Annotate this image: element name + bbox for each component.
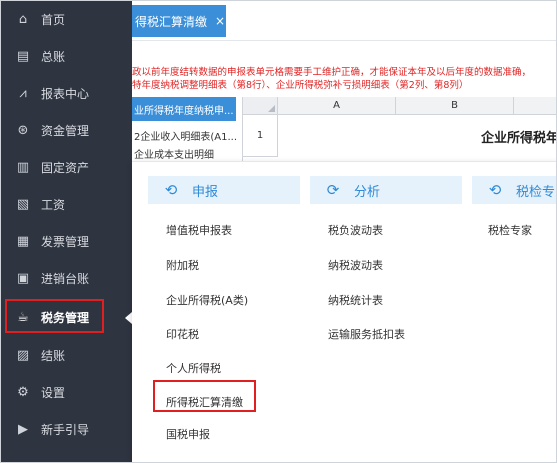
warning-text-line2: 特年度纳税调整明细表（第8行）、企业所得税弥补亏损明细表（第2列、第8列）	[132, 80, 469, 91]
sidebar-item-invoice[interactable]: ▦ 发票管理	[1, 223, 132, 260]
sidebar-item-label: 发票管理	[41, 235, 90, 249]
tab-tax-settlement[interactable]: 得税汇算清缴 ×	[132, 5, 226, 37]
row-header[interactable]: 1	[243, 115, 278, 157]
sheet-list-item-active[interactable]: 业所得税年度纳税申...	[132, 97, 236, 121]
tab-bar: 得税汇算清缴 ×	[132, 1, 556, 41]
sidebar-item-label: 固定资产	[41, 161, 90, 175]
sidebar-item-label: 税务管理	[41, 311, 90, 325]
select-all-corner[interactable]	[243, 97, 278, 115]
sidebar-item-home[interactable]: ⌂ 首页	[1, 1, 132, 38]
sidebar-item-salary[interactable]: ▧ 工资	[1, 186, 132, 223]
tax-check-icon: ⟲	[488, 181, 502, 199]
gear-icon: ⚙	[17, 385, 29, 400]
sidebar: ⌂ 首页 ▤ 总账 ⩘ 报表中心 ⊛ 资金管理 ▥ 固定资产 ▧ 工资 ▦ 发票…	[1, 1, 132, 462]
salary-icon: ▧	[16, 197, 30, 212]
tax-management-popup-menu: ⟲ 申报 ⟳ 分析 ⟲ 税检专 增值税申报表 附加税 企业所得税(A类) 印花税…	[132, 161, 556, 462]
column-header[interactable]: C	[514, 97, 556, 115]
app-window: ⌂ 首页 ▤ 总账 ⩘ 报表中心 ⊛ 资金管理 ▥ 固定资产 ▧ 工资 ▦ 发票…	[0, 0, 557, 463]
menu-item-tax-burden-fluctuation[interactable]: 税负波动表	[328, 222, 383, 238]
sheet-list-item[interactable]: 2企业收入明细表(A1...	[132, 125, 240, 145]
sidebar-item-label: 结账	[41, 349, 66, 363]
menu-item-national-tax-declare[interactable]: 国税申报	[166, 426, 210, 442]
sidebar-item-funds[interactable]: ⊛ 资金管理	[1, 112, 132, 149]
home-icon: ⌂	[18, 12, 28, 27]
tax-icon: ☕	[17, 310, 29, 325]
inventory-icon: ▣	[16, 271, 30, 286]
column-header[interactable]: A	[278, 97, 396, 115]
category-header-declare: ⟲ 申报	[148, 176, 300, 204]
column-header[interactable]: B	[396, 97, 514, 115]
sidebar-item-ledger[interactable]: ▤ 总账	[1, 38, 132, 75]
sidebar-item-settings[interactable]: ⚙ 设置	[1, 374, 132, 411]
sidebar-item-inventory[interactable]: ▣ 进销台账	[1, 260, 132, 297]
sidebar-item-tax[interactable]: ☕ 税务管理	[1, 299, 132, 336]
invoice-icon: ▦	[16, 234, 30, 249]
category-header-analysis: ⟳ 分析	[310, 176, 462, 204]
sidebar-item-label: 资金管理	[41, 124, 90, 138]
sidebar-item-label: 新手引导	[41, 423, 90, 437]
guide-icon: ▶	[18, 422, 28, 437]
sidebar-item-assets[interactable]: ▥ 固定资产	[1, 149, 132, 186]
sidebar-item-label: 设置	[41, 386, 66, 400]
ledger-icon: ▤	[16, 49, 30, 64]
declare-icon: ⟲	[164, 181, 178, 199]
category-title: 申报	[192, 184, 219, 200]
chart-icon: ⩘	[19, 86, 27, 101]
asset-icon: ▥	[16, 160, 30, 175]
sidebar-item-guide[interactable]: ▶ 新手引导	[1, 411, 132, 448]
close-icon[interactable]: ×	[215, 14, 225, 28]
category-header-tax-check: ⟲ 税检专	[472, 176, 556, 204]
menu-item-income-tax-settlement[interactable]: 所得税汇算清缴	[166, 394, 243, 410]
menu-item-tax-payment-fluctuation[interactable]: 纳税波动表	[328, 257, 383, 273]
sheet-title-cell[interactable]: 企业所得税年	[279, 115, 556, 157]
sidebar-item-label: 总账	[41, 50, 66, 64]
category-title: 税检专	[516, 184, 556, 200]
analysis-icon: ⟳	[326, 181, 340, 199]
sidebar-item-label: 工资	[41, 198, 66, 212]
tab-label: 得税汇算清缴	[135, 14, 208, 29]
sidebar-item-reports[interactable]: ⩘ 报表中心	[1, 75, 132, 112]
sidebar-item-label: 首页	[41, 13, 66, 27]
sheet-list-item[interactable]: 企业成本支出明细	[132, 147, 240, 160]
warning-text-line1: 政以前年度结转数据的申报表单元格需要手工维护正确，才能保证本年及以后年度的数据准…	[132, 67, 532, 78]
sidebar-item-label: 进销台账	[41, 272, 90, 286]
menu-item-tax-statistics[interactable]: 纳税统计表	[328, 292, 383, 308]
active-pointer-caret	[125, 312, 132, 324]
money-icon: ⊛	[17, 123, 29, 138]
sidebar-item-closing[interactable]: ▨ 结账	[1, 337, 132, 374]
menu-item-personal-income-tax[interactable]: 个人所得税	[166, 360, 221, 376]
category-title: 分析	[354, 184, 381, 200]
menu-item-corporate-income-tax[interactable]: 企业所得税(A类)	[166, 292, 248, 308]
menu-item-vat-return[interactable]: 增值税申报表	[166, 222, 232, 238]
menu-item-transport-deduction[interactable]: 运输服务抵扣表	[328, 326, 405, 342]
menu-item-surtax[interactable]: 附加税	[166, 257, 199, 273]
closing-icon: ▨	[16, 348, 30, 363]
sidebar-item-label: 报表中心	[41, 87, 90, 101]
menu-item-tax-check-expert[interactable]: 税检专家	[488, 222, 532, 238]
menu-item-stamp-tax[interactable]: 印花税	[166, 326, 199, 342]
